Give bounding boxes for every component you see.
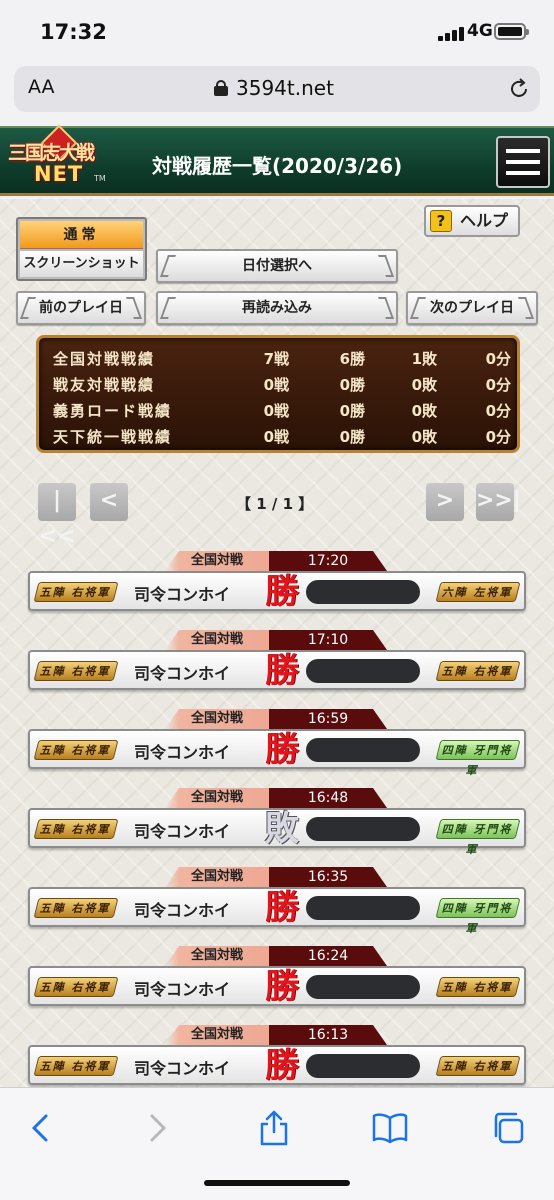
opponent-name-redacted [306,659,420,683]
my-rank-badge: 五陣 右将軍 [33,977,119,997]
next-play-day-button[interactable]: 次のプレイ日 [406,291,538,325]
back-icon[interactable] [22,1108,62,1148]
result-mark: 勝 [265,730,299,770]
tabs-icon[interactable] [488,1108,528,1148]
bookmarks-icon[interactable] [370,1108,410,1148]
result-mark: 勝 [265,651,299,691]
reader-text-size-button[interactable]: AA [28,76,55,98]
reload-button[interactable]: 再読み込み [156,291,398,325]
opponent-rank-badge: 五陣 右将軍 [435,977,521,997]
stats-row: 全国対戦戦績 7戦 6勝 1敗 0分 [53,350,511,368]
player-name: 司令コンホイ [134,664,231,683]
opponent-name-redacted [306,1054,420,1078]
my-rank-badge: 五陣 右将軍 [33,819,119,839]
prev-play-day-button[interactable]: 前のプレイ日 [16,291,146,325]
my-rank-badge: 五陣 右将軍 [33,661,119,681]
my-rank-badge: 五陣 右将軍 [33,898,119,918]
address-bar[interactable]: AA 3594t.net [14,66,540,112]
opponent-rank-badge: 四陣 牙門将軍 [435,740,521,777]
stats-row: 義勇ロード戦績 0戦 0勝 0敗 0分 [53,402,511,420]
stats-row: 天下統一戦戦績 0戦 0勝 0敗 0分 [53,428,511,446]
site-header: 三国志大戦 NET TM 対戦履歴一覧(2020/3/26) [0,124,554,196]
network-type: 4G [467,21,493,41]
player-name: 司令コンホイ [134,980,231,999]
record-summary: 全国対戦戦績 7戦 6勝 1敗 0分 戦友対戦戦績 0戦 0勝 0敗 0分 義勇… [36,335,520,453]
match-row[interactable]: 五陣 右将軍 司令コンホイ 勝 五陣 右将軍 [28,966,526,1007]
match-row[interactable]: 五陣 右将軍 司令コンホイ 敗 四陣 牙門将軍 [28,808,526,856]
opponent-name-redacted [306,896,420,920]
opponent-rank-badge: 六陣 左将軍 [435,582,521,602]
player-name: 司令コンホイ [134,585,231,604]
question-icon: ? [430,210,452,232]
my-rank-badge: 五陣 右将軍 [33,1056,119,1076]
player-name: 司令コンホイ [134,822,231,841]
tab-screenshot[interactable]: スクリーンショット [20,251,143,277]
tab-normal[interactable]: 通常 [20,221,143,249]
menu-button[interactable] [496,136,550,188]
url-text[interactable]: 3594t.net [236,76,334,100]
result-mark: 敗 [265,809,299,849]
opponent-name-redacted [306,580,420,604]
first-page-button[interactable]: |<< [38,483,76,549]
page-indicator: 【 1 / 1 】 [236,495,314,513]
forward-icon[interactable] [136,1108,176,1148]
help-label: ヘルプ [460,211,509,230]
opponent-rank-badge: 五陣 右将軍 [435,661,521,681]
signal-icon [438,27,464,41]
result-mark: 勝 [265,888,299,928]
opponent-name-redacted [306,738,420,762]
prev-page-button[interactable]: < [90,483,128,521]
date-select-button[interactable]: 日付選択へ [156,249,398,283]
page-title: 対戦履歴一覧(2020/3/26) [152,154,403,178]
status-bar: 17:32 4G [0,0,554,62]
match-row[interactable]: 五陣 右将軍 司令コンホイ 勝 六陣 左将軍 [28,571,526,612]
stats-row: 戦友対戦戦績 0戦 0勝 0敗 0分 [53,376,511,394]
view-mode-tabs: 通常 スクリーンショット [16,217,147,281]
opponent-name-redacted [306,975,420,999]
opponent-rank-badge: 四陣 牙門将軍 [435,898,521,935]
result-mark: 勝 [265,1046,299,1086]
site-logo[interactable]: 三国志大戦 NET TM [2,124,120,194]
reload-icon[interactable] [508,78,530,100]
opponent-name-redacted [306,817,420,841]
home-indicator [204,1180,350,1186]
status-time: 17:32 [40,20,107,44]
next-page-button[interactable]: > [426,483,464,521]
player-name: 司令コンホイ [134,1059,231,1078]
match-row[interactable]: 五陣 右将軍 司令コンホイ 勝 五陣 右将軍 [28,650,526,691]
player-name: 司令コンホイ [134,743,231,762]
my-rank-badge: 五陣 右将軍 [33,740,119,760]
match-row[interactable]: 五陣 右将軍 司令コンホイ 勝 四陣 牙門将軍 [28,729,526,777]
opponent-rank-badge: 五陣 右将軍 [435,1056,521,1076]
battery-icon [494,23,529,40]
result-mark: 勝 [265,967,299,1007]
main-content: 通常 スクリーンショット ? ヘルプ 日付選択へ 前のプレイ日 再読み込み 次の… [0,199,554,1087]
my-rank-badge: 五陣 右将軍 [33,582,119,602]
lock-icon [214,80,228,96]
screen: 17:32 4G AA 3594t.net 三国志大戦 NET TM 対戦履歴一… [0,0,554,1200]
opponent-rank-badge: 四陣 牙門将軍 [435,819,521,856]
result-mark: 勝 [265,572,299,612]
player-name: 司令コンホイ [134,901,231,920]
help-button[interactable]: ? ヘルプ [424,205,520,237]
last-page-button[interactable]: >>| [476,483,521,521]
share-icon[interactable] [254,1108,294,1148]
match-row[interactable]: 五陣 右将軍 司令コンホイ 勝 四陣 牙門将軍 [28,887,526,935]
match-row[interactable]: 五陣 右将軍 司令コンホイ 勝 五陣 右将軍 [28,1045,526,1086]
